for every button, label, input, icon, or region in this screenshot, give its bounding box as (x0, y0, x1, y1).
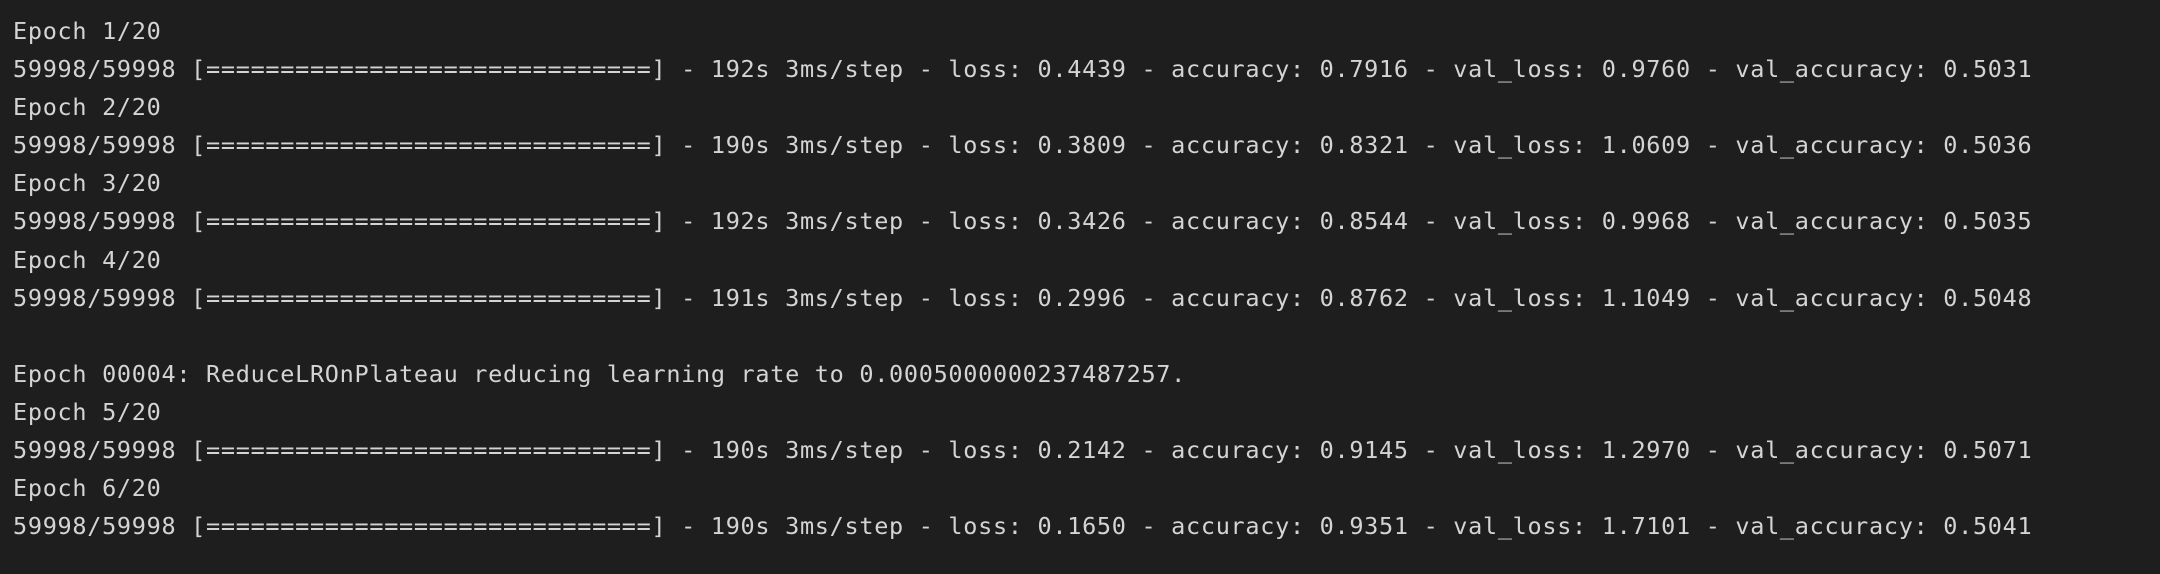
output-line-epoch-6-header: Epoch 6/20 (13, 474, 162, 503)
output-line-epoch-1-progress: 59998/59998 [===========================… (13, 55, 2033, 84)
output-line-epoch-5-header: Epoch 5/20 (13, 397, 162, 426)
output-line-epoch-2-progress: 59998/59998 [===========================… (13, 131, 2033, 160)
output-line-epoch-3-progress: 59998/59998 [===========================… (13, 207, 2033, 236)
output-line-epoch-1-header: Epoch 1/20 (13, 17, 162, 45)
output-line-epoch-4-header: Epoch 4/20 (13, 245, 162, 274)
output-line-blank (13, 317, 2160, 355)
output-line-epoch-2-header: Epoch 2/20 (13, 93, 162, 122)
output-line-epoch-3-header: Epoch 3/20 (13, 169, 162, 198)
output-line-epoch-6-progress: 59998/59998 [===========================… (13, 512, 2033, 541)
output-line-epoch-4-progress: 59998/59998 [===========================… (13, 283, 2033, 312)
terminal-output[interactable]: Epoch 1/20 59998/59998 [================… (0, 0, 2160, 574)
output-line-epoch-5-progress: 59998/59998 [===========================… (13, 436, 2033, 465)
output-line-reduce-lr-message: Epoch 00004: ReduceLROnPlateau reducing … (13, 359, 1187, 388)
